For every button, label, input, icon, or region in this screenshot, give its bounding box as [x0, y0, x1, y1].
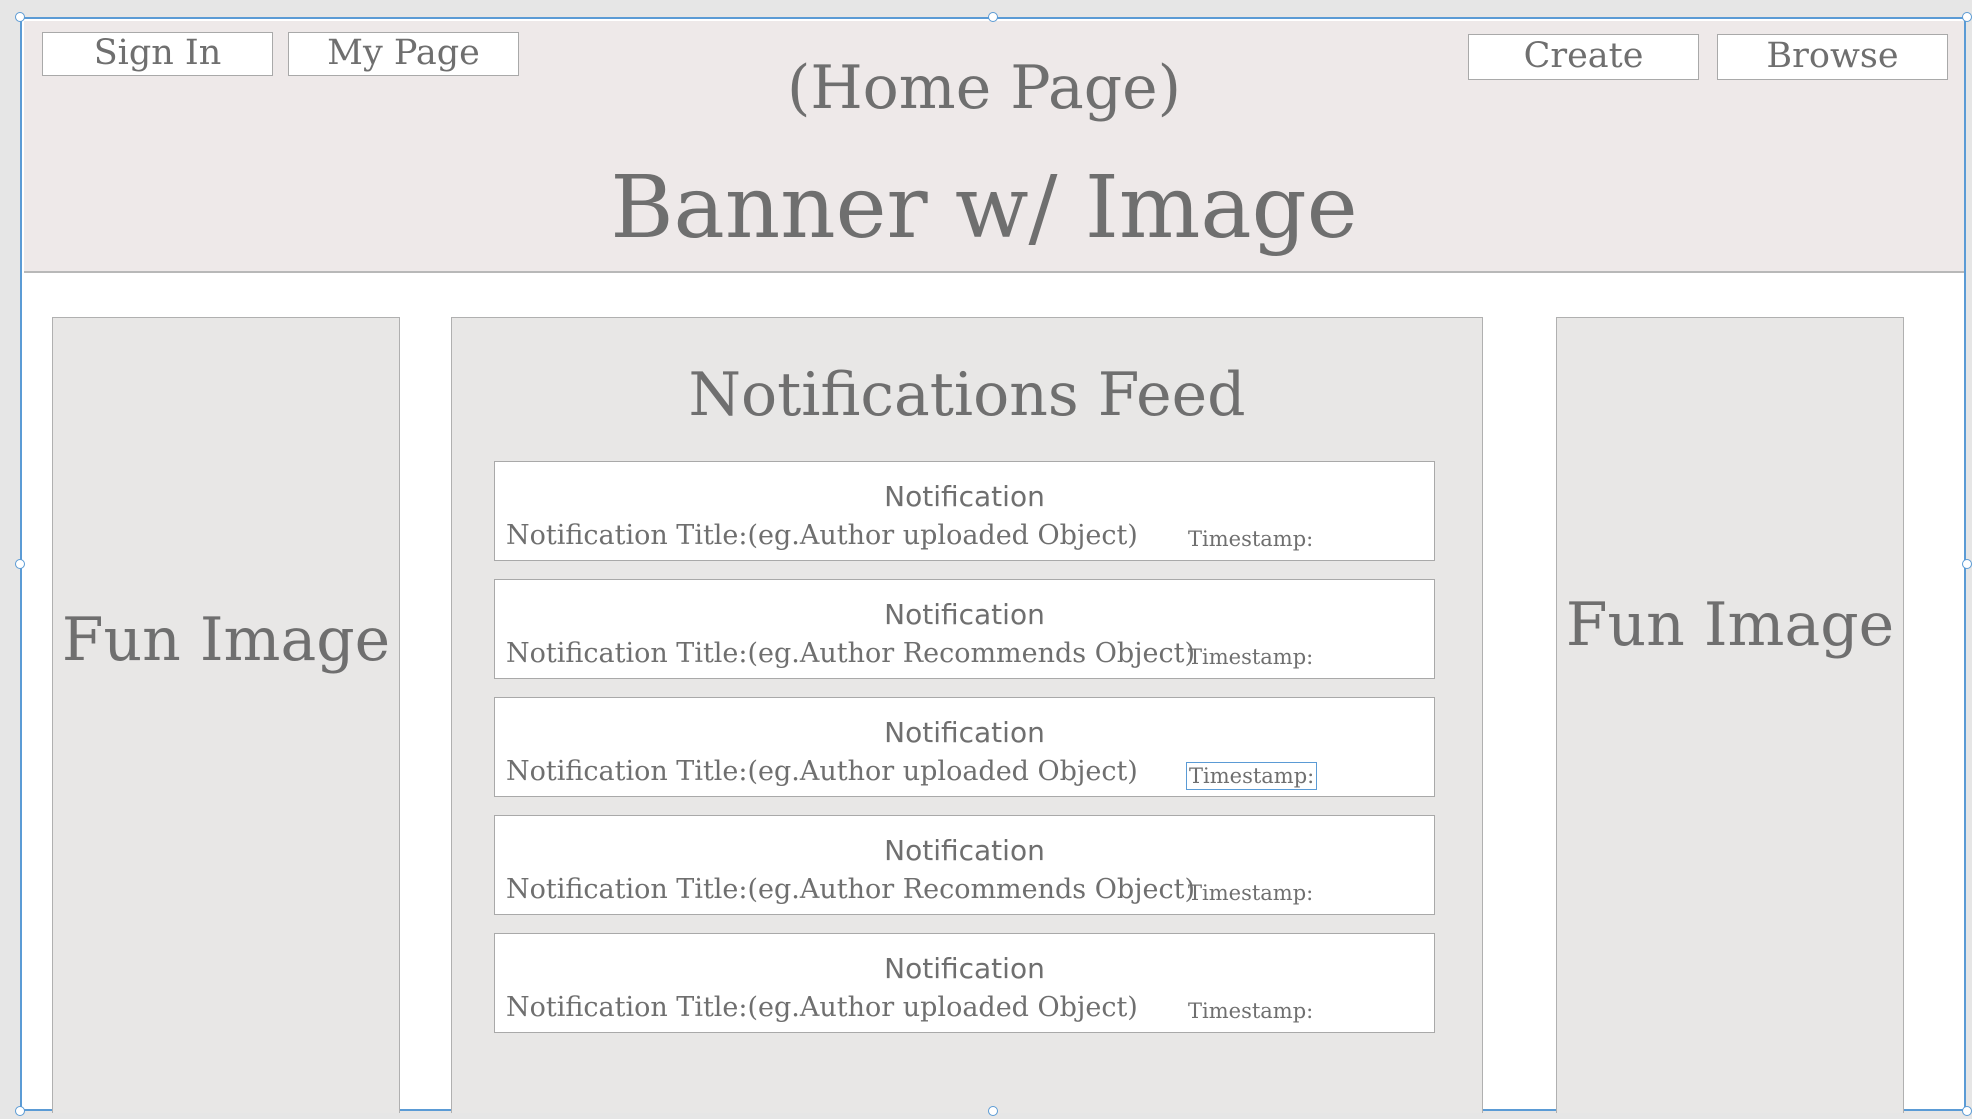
resize-handle-top[interactable] [988, 12, 998, 22]
notification-heading: Notification [884, 598, 1045, 631]
notification-timestamp: Timestamp: [1188, 999, 1314, 1023]
notification-heading: Notification [884, 716, 1045, 749]
resize-handle-bottom-left[interactable] [15, 1106, 25, 1116]
notification-title: Notification Title:(eg.Author uploaded O… [506, 520, 1138, 551]
wireframe-canvas[interactable]: Sign In My Page (Home Page) Create Brows… [20, 17, 1966, 1113]
resize-handle-bottom-right[interactable] [1962, 1106, 1972, 1116]
notifications-feed: Notifications Feed Notification Notifica… [451, 317, 1483, 1113]
notification-title: Notification Title:(eg.Author uploaded O… [506, 756, 1138, 787]
left-fun-image-label: Fun Image [61, 605, 391, 675]
create-button[interactable]: Create [1468, 34, 1699, 80]
notification-item[interactable]: Notification Notification Title:(eg.Auth… [494, 697, 1435, 797]
feed-title: Notifications Feed [688, 360, 1246, 430]
resize-handle-top-left[interactable] [15, 12, 25, 22]
notification-timestamp-selected[interactable]: Timestamp: [1186, 762, 1318, 790]
sign-in-button[interactable]: Sign In [42, 32, 273, 76]
resize-handle-left[interactable] [15, 559, 25, 569]
notification-heading: Notification [884, 834, 1045, 867]
resize-handle-top-right[interactable] [1962, 12, 1972, 22]
resize-handle-bottom[interactable] [988, 1106, 998, 1116]
resize-handle-right[interactable] [1962, 559, 1972, 569]
header-banner: Sign In My Page (Home Page) Create Brows… [24, 21, 1964, 273]
my-page-button[interactable]: My Page [288, 32, 519, 76]
notification-heading: Notification [884, 480, 1045, 513]
notification-heading: Notification [884, 952, 1045, 985]
notification-timestamp: Timestamp: [1188, 881, 1314, 905]
page-label: (Home Page) [786, 53, 1182, 123]
right-fun-image: Fun Image [1556, 317, 1904, 1113]
notification-item[interactable]: Notification Notification Title:(eg.Auth… [494, 579, 1435, 679]
notification-item[interactable]: Notification Notification Title:(eg.Auth… [494, 461, 1435, 561]
notification-timestamp: Timestamp: [1188, 527, 1314, 551]
notification-timestamp: Timestamp: [1188, 645, 1314, 669]
left-fun-image: Fun Image [52, 317, 400, 1113]
banner-image-placeholder: Banner w/ Image [610, 158, 1358, 258]
notification-title: Notification Title:(eg.Author Recommends… [506, 874, 1196, 905]
right-fun-image-label: Fun Image [1565, 590, 1895, 660]
notification-title: Notification Title:(eg.Author Recommends… [506, 638, 1196, 669]
browse-button[interactable]: Browse [1717, 34, 1948, 80]
notification-item[interactable]: Notification Notification Title:(eg.Auth… [494, 933, 1435, 1033]
notification-title: Notification Title:(eg.Author uploaded O… [506, 992, 1138, 1023]
notification-item[interactable]: Notification Notification Title:(eg.Auth… [494, 815, 1435, 915]
